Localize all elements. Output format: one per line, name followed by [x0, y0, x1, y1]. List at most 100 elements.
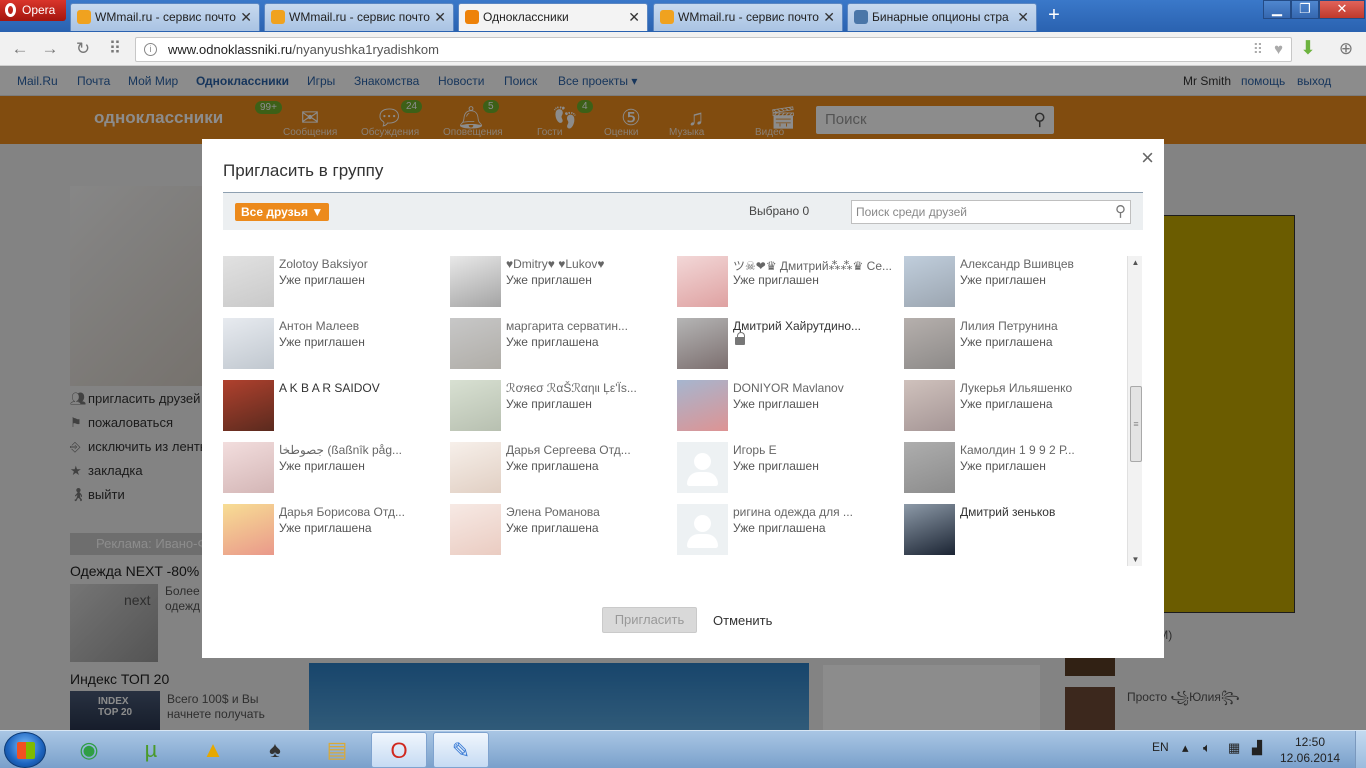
invite-status: Уже приглашен [506, 273, 592, 287]
dialog-title: Пригласить в группу [223, 161, 384, 180]
scroll-up-arrow-icon[interactable]: ▲ [1128, 258, 1143, 267]
cancel-button[interactable]: Отменить [713, 613, 772, 628]
network-icon[interactable]: ▦ [1228, 740, 1240, 756]
invite-to-group-dialog: Пригласить в группу × Все друзья ▼ Выбра… [202, 139, 1164, 658]
friend-photo[interactable] [677, 380, 728, 431]
tab-close-icon[interactable]: ✕ [434, 4, 446, 30]
tab-close-icon[interactable]: ✕ [628, 4, 640, 30]
start-button[interactable] [4, 732, 46, 768]
friend-item[interactable]: DONIYOR Mavlanov Уже приглашен [677, 380, 904, 442]
window-close-button[interactable]: ✕ [1319, 0, 1365, 19]
friend-photo[interactable] [677, 256, 728, 307]
friend-item[interactable]: ♥Dmitry♥ ♥Lukov♥ Уже приглашен [450, 256, 677, 318]
friend-item[interactable]: Дмитрий зеньков [904, 504, 1131, 566]
friend-name: ℛơяєσ ℛαŠℛαηιι Ļε'Ϊѕ... [506, 381, 637, 395]
tray-expand-icon[interactable]: ▴ [1182, 740, 1189, 756]
signal-icon[interactable]: ▟ [1252, 740, 1262, 756]
explorer-icon[interactable]: ▤ [309, 732, 365, 768]
friend-item[interactable]: Лукерья Ильяшенко Уже приглашена [904, 380, 1131, 442]
friend-item[interactable]: Лилия Петрунина Уже приглашена [904, 318, 1131, 380]
friend-photo[interactable] [904, 256, 955, 307]
friend-item[interactable]: ツ☠❤♛ Дмитрий⁂⁂♛ Се... Уже приглашен [677, 256, 904, 318]
friend-photo[interactable] [904, 504, 955, 555]
friend-photo[interactable] [450, 318, 501, 369]
friend-photo[interactable] [223, 318, 274, 369]
friend-item[interactable]: Дмитрий Хайрутдино... [677, 318, 904, 380]
default-avatar-icon[interactable] [677, 442, 728, 493]
friend-name: Лукерья Ильяшенко [960, 381, 1073, 395]
friends-scrollbar[interactable]: ▲ ≡ ▼ [1127, 256, 1142, 566]
friend-name: Камолдин 1 9 9 2 Р... [960, 443, 1075, 457]
friend-item[interactable]: Антон Малеев Уже приглашен [223, 318, 450, 380]
friend-photo[interactable] [223, 256, 274, 307]
friend-item[interactable]: جصوطخا (ßaßnîk påg... Уже приглашен [223, 442, 450, 504]
utorrent-icon[interactable]: µ [123, 732, 179, 768]
friend-photo[interactable] [450, 504, 501, 555]
grid-view-icon[interactable]: ⠿ [1253, 38, 1263, 61]
opera-menu-button[interactable]: Opera [0, 0, 66, 21]
friend-photo[interactable] [450, 256, 501, 307]
friend-item[interactable]: A K B A R SAIDOV [223, 380, 450, 442]
browser-tab[interactable]: WMmail.ru - сервис почто ✕ [264, 3, 454, 31]
browser-tab[interactable]: Одноклассники ✕ [458, 3, 648, 31]
friend-item[interactable]: Элена Романова Уже приглашена [450, 504, 677, 566]
chrome-icon[interactable]: ◉ [61, 732, 117, 768]
scroll-down-arrow-icon[interactable]: ▼ [1128, 555, 1143, 564]
friend-photo[interactable] [904, 442, 955, 493]
friend-photo[interactable] [223, 380, 274, 431]
downloads-panel-icon[interactable]: ⊕ [1336, 39, 1356, 59]
friend-name: Дарья Борисова Отд... [279, 505, 405, 519]
tab-close-icon[interactable]: ✕ [823, 4, 835, 30]
friend-item[interactable]: Камолдин 1 9 9 2 Р... Уже приглашен [904, 442, 1131, 504]
url-field[interactable]: i www.odnoklassniki.ru/nyanyushka1ryadis… [135, 37, 1292, 62]
invite-button[interactable]: Пригласить [602, 607, 697, 633]
friend-item[interactable]: маргарита серватин... Уже приглашена [450, 318, 677, 380]
friend-item[interactable]: Игорь Е Уже приглашен [677, 442, 904, 504]
reload-icon[interactable]: ↻ [73, 39, 93, 59]
friend-item[interactable]: Дарья Борисова Отд... Уже приглашена [223, 504, 450, 566]
default-avatar-icon[interactable] [677, 504, 728, 555]
show-desktop-button[interactable] [1355, 731, 1366, 768]
friend-photo[interactable] [904, 318, 955, 369]
back-icon[interactable]: ← [10, 39, 30, 59]
speed-dial-icon[interactable]: ⠿ [105, 39, 125, 59]
favicon-icon [854, 10, 868, 24]
friend-photo[interactable] [223, 442, 274, 493]
clock[interactable]: 12:50 12.06.2014 [1280, 734, 1340, 766]
friend-item[interactable]: ℛơяєσ ℛαŠℛαηιι Ļε'Ϊѕ... Уже приглашен [450, 380, 677, 442]
friend-photo[interactable] [450, 380, 501, 431]
paint-icon[interactable]: ✎ [433, 732, 489, 768]
language-indicator[interactable]: EN [1152, 740, 1169, 754]
solitaire-icon[interactable]: ♠ [247, 732, 303, 768]
page-info-icon[interactable]: i [144, 43, 157, 56]
scrollbar-thumb[interactable]: ≡ [1130, 386, 1142, 462]
friend-item[interactable]: Дарья Сергеева Отд... Уже приглашена [450, 442, 677, 504]
close-icon[interactable]: × [1141, 147, 1154, 169]
friend-photo[interactable] [677, 318, 728, 369]
friend-photo[interactable] [223, 504, 274, 555]
browser-tab[interactable]: Бинарные опционы стра ✕ [847, 3, 1037, 31]
avidemux-icon[interactable]: ▲ [185, 732, 241, 768]
friends-search-input[interactable]: Поиск среди друзей ⚲ [851, 200, 1131, 224]
download-icon[interactable]: ⬇ [1298, 39, 1318, 59]
friend-photo[interactable] [904, 380, 955, 431]
friend-photo[interactable] [450, 442, 501, 493]
new-tab-button[interactable]: + [1043, 4, 1065, 26]
bookmark-heart-icon[interactable]: ♥ [1274, 38, 1283, 61]
tab-close-icon[interactable]: ✕ [240, 4, 252, 30]
friends-filter-dropdown[interactable]: Все друзья ▼ [235, 203, 330, 221]
friend-item[interactable]: ригина одежда для ... Уже приглашена [677, 504, 904, 566]
tab-close-icon[interactable]: ✕ [1017, 4, 1029, 30]
friend-item[interactable]: Zolotoy Baksiyor Уже приглашен [223, 256, 450, 318]
search-icon[interactable]: ⚲ [1115, 201, 1126, 223]
lock-icon [735, 332, 745, 345]
volume-icon[interactable]: 🔈︎ [1203, 740, 1211, 756]
browser-tab[interactable]: WMmail.ru - сервис почто ✕ [653, 3, 843, 31]
opera-logo-icon [5, 3, 16, 17]
forward-icon[interactable]: → [40, 39, 60, 59]
opera-icon[interactable]: O [371, 732, 427, 768]
friend-item[interactable]: Александр Вшивцев Уже приглашен [904, 256, 1131, 318]
minimize-button[interactable]: ▁ [1263, 0, 1291, 19]
maximize-button[interactable]: ❐ [1291, 0, 1319, 19]
browser-tab[interactable]: WMmail.ru - сервис почто ✕ [70, 3, 260, 31]
